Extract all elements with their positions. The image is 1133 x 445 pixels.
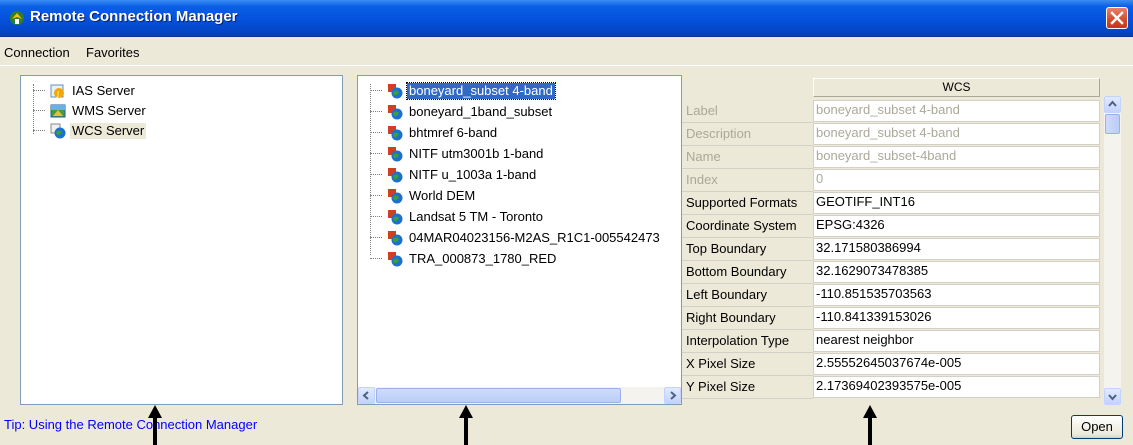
property-row[interactable]: Description boneyard_subset 4-band xyxy=(682,122,1107,146)
arrow-down-icon xyxy=(1108,394,1117,401)
coverage-globe-icon xyxy=(387,167,403,183)
tree-item-label: IAS Server xyxy=(72,83,135,98)
arrow-up-icon xyxy=(1108,100,1117,107)
tree-item-label: WCS Server xyxy=(70,123,147,139)
coverage-item-label: 04MAR04023156-M2AS_R1C1-005542473 xyxy=(409,230,660,245)
property-value[interactable]: boneyard_subset 4-band xyxy=(813,123,1100,145)
property-name: Interpolation Type xyxy=(682,329,813,353)
properties-header: WCS xyxy=(813,78,1100,97)
coverage-globe-icon xyxy=(387,251,403,267)
coverage-item-label: NITF u_1003a 1-band xyxy=(409,167,537,182)
coverage-globe-icon xyxy=(387,146,403,162)
vertical-scrollbar[interactable] xyxy=(1104,96,1121,405)
coverage-item-label: TRA_000873_1780_RED xyxy=(409,251,557,266)
property-value[interactable]: -110.841339153026 xyxy=(813,307,1100,329)
property-row[interactable]: Index 0 xyxy=(682,168,1107,192)
server-tree[interactable]: J IAS Server WMS Server WCS Server xyxy=(20,75,343,405)
coverage-item-label: boneyard_subset 4-band xyxy=(406,82,556,100)
menu-bar: Connection Favorites xyxy=(0,37,1133,66)
open-button[interactable]: Open xyxy=(1071,415,1123,439)
close-button[interactable] xyxy=(1106,7,1128,29)
app-icon xyxy=(10,11,24,25)
property-name: Left Boundary xyxy=(682,283,813,307)
property-value[interactable]: nearest neighbor xyxy=(813,330,1100,352)
property-name: Description xyxy=(682,122,813,146)
property-value[interactable]: GEOTIFF_INT16 xyxy=(813,192,1100,214)
vertical-scroll-thumb[interactable] xyxy=(1105,114,1120,134)
property-name: Y Pixel Size xyxy=(682,375,813,399)
property-row[interactable]: Right Boundary -110.841339153026 xyxy=(682,306,1107,330)
title-bar[interactable]: Remote Connection Manager xyxy=(0,0,1133,37)
property-name: X Pixel Size xyxy=(682,352,813,376)
scroll-up-button[interactable] xyxy=(1104,96,1121,113)
property-name: Name xyxy=(682,145,813,169)
scroll-down-button[interactable] xyxy=(1104,388,1121,405)
property-row[interactable]: Top Boundary 32.171580386994 xyxy=(682,237,1107,261)
property-name: Supported Formats xyxy=(682,191,813,215)
arrow-right-icon xyxy=(670,391,677,400)
coverage-item-label: bhtmref 6-band xyxy=(409,125,498,140)
coverage-item-label: Landsat 5 TM - Toronto xyxy=(409,209,543,224)
annotation-arrow-icon xyxy=(863,405,877,445)
arrow-left-icon xyxy=(362,391,369,400)
coverage-tree[interactable]: boneyard_subset 4-band boneyard_1band_sub… xyxy=(357,75,682,405)
property-value[interactable]: boneyard_subset 4-band xyxy=(813,100,1100,122)
tree-item-label: WMS Server xyxy=(72,103,146,118)
coverage-globe-icon xyxy=(387,104,403,120)
property-row[interactable]: Bottom Boundary 32.1629073478385 xyxy=(682,260,1107,284)
property-value[interactable]: EPSG:4326 xyxy=(813,215,1100,237)
coverage-item-label: World DEM xyxy=(409,188,476,203)
property-name: Right Boundary xyxy=(682,306,813,330)
property-value[interactable]: 32.171580386994 xyxy=(813,238,1100,260)
property-name: Top Boundary xyxy=(682,237,813,261)
scroll-thumb[interactable] xyxy=(376,388,621,403)
property-row[interactable]: Left Boundary -110.851535703563 xyxy=(682,283,1107,307)
remote-connection-manager-window: Remote Connection Manager Connection Fav… xyxy=(0,0,1133,445)
property-row[interactable]: Y Pixel Size 2.17369402393575e-005 xyxy=(682,375,1107,399)
property-value[interactable]: 2.55552645037674e-005 xyxy=(813,353,1100,375)
wcs-server-icon xyxy=(50,123,66,139)
menu-connection[interactable]: Connection xyxy=(4,45,70,60)
coverage-globe-icon xyxy=(387,209,403,225)
menu-favorites[interactable]: Favorites xyxy=(86,45,139,60)
horizontal-scrollbar[interactable] xyxy=(358,387,681,404)
coverage-globe-icon xyxy=(387,230,403,246)
ias-server-icon: J xyxy=(50,84,64,98)
property-name: Index xyxy=(682,168,813,192)
property-value[interactable]: 32.1629073478385 xyxy=(813,261,1100,283)
property-row[interactable]: Name boneyard_subset-4band xyxy=(682,145,1107,169)
property-row[interactable]: Supported Formats GEOTIFF_INT16 xyxy=(682,191,1107,215)
property-name: Label xyxy=(682,99,813,123)
property-value[interactable]: boneyard_subset-4band xyxy=(813,146,1100,168)
coverage-item-label: NITF utm3001b 1-band xyxy=(409,146,544,161)
properties-grid: WCS Label boneyard_subset 4-band Descripti… xyxy=(682,75,1107,405)
close-icon xyxy=(1110,11,1124,25)
annotation-arrow-icon xyxy=(459,405,473,445)
property-value[interactable]: 2.17369402393575e-005 xyxy=(813,376,1100,398)
property-row[interactable]: Interpolation Type nearest neighbor xyxy=(682,329,1107,353)
scroll-left-button[interactable] xyxy=(358,387,375,404)
wms-server-icon xyxy=(50,104,66,118)
coverage-globe-icon xyxy=(387,188,403,204)
property-value[interactable]: -110.851535703563 xyxy=(813,284,1100,306)
property-row[interactable]: Label boneyard_subset 4-band xyxy=(682,99,1107,123)
property-row[interactable]: Coordinate System EPSG:4326 xyxy=(682,214,1107,238)
property-name: Coordinate System xyxy=(682,214,813,238)
property-row[interactable]: X Pixel Size 2.55552645037674e-005 xyxy=(682,352,1107,376)
window-title: Remote Connection Manager xyxy=(30,8,238,25)
coverage-globe-icon xyxy=(387,83,403,99)
tip-link[interactable]: Tip: Using the Remote Connection Manager xyxy=(4,417,257,432)
scroll-right-button[interactable] xyxy=(664,387,681,404)
svg-text:J: J xyxy=(56,90,59,98)
coverage-item-label: boneyard_1band_subset xyxy=(409,104,553,119)
property-name: Bottom Boundary xyxy=(682,260,813,284)
property-value[interactable]: 0 xyxy=(813,169,1100,191)
annotation-arrow-icon xyxy=(148,405,162,445)
coverage-globe-icon xyxy=(387,125,403,141)
